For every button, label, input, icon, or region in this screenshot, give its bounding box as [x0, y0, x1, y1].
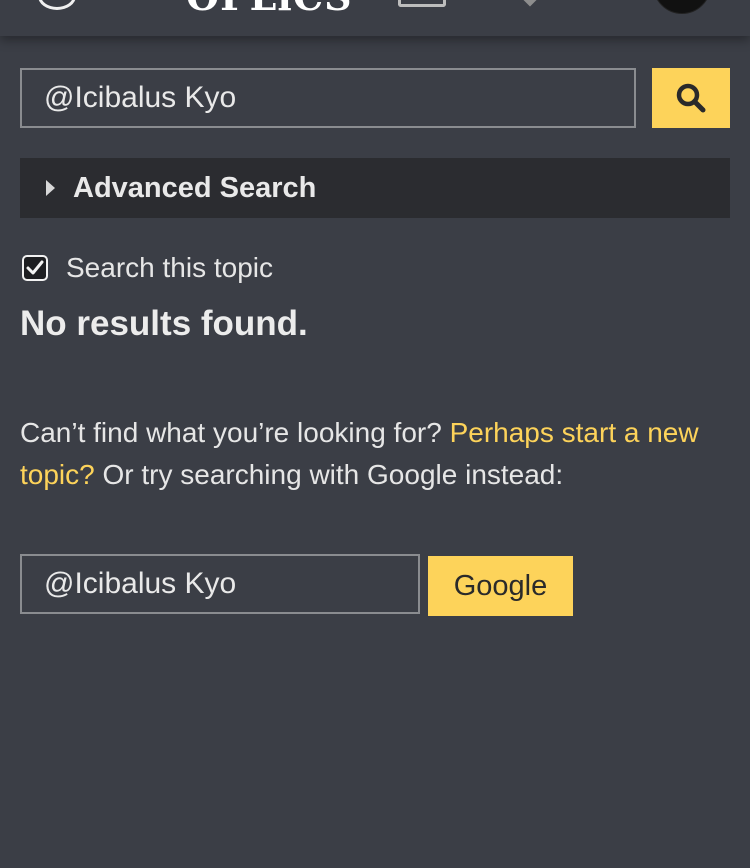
menu-circle-icon[interactable] [38, 0, 76, 10]
site-logo[interactable]: OPLiCS [186, 0, 353, 19]
google-search-input[interactable] [20, 554, 420, 614]
user-avatar[interactable] [653, 0, 711, 14]
caret-right-icon [46, 180, 55, 196]
search-this-topic-label: Search this topic [66, 252, 273, 283]
search-input[interactable] [20, 68, 636, 128]
help-text: Can’t find what you’re looking for? Perh… [20, 412, 720, 496]
chat-icon[interactable] [398, 0, 446, 7]
search-icon [676, 83, 706, 113]
pin-icon[interactable] [521, 0, 539, 7]
checkmark-icon [26, 260, 44, 275]
search-this-topic-checkbox[interactable] [22, 255, 48, 281]
site-header: OPLiCS [0, 0, 750, 36]
no-results-message: No results found. [20, 304, 308, 343]
help-prefix: Can’t find what you’re looking for? [20, 417, 442, 448]
search-button[interactable] [652, 68, 730, 128]
help-suffix: Or try searching with Google instead: [102, 459, 564, 490]
search-this-topic-option[interactable]: Search this topic [22, 252, 273, 284]
advanced-search-label: Advanced Search [73, 171, 317, 204]
google-search-button[interactable]: Google [428, 556, 573, 616]
advanced-search-toggle[interactable]: Advanced Search [20, 158, 730, 218]
